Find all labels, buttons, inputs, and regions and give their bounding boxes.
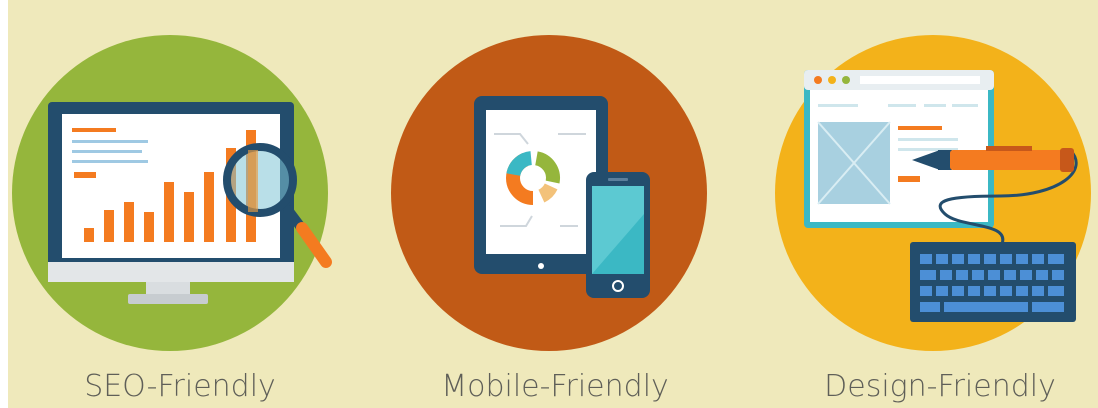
monitor-chart-magnifier-icon (48, 102, 332, 304)
mobile-friendly-label: Mobile-Friendly (441, 369, 669, 404)
mobile-illustration (391, 35, 707, 351)
seo-friendly-label: SEO-Friendly (84, 369, 276, 404)
seo-illustration (12, 35, 332, 351)
feature-illustrations (12, 35, 1091, 351)
feature-banner: SEO-Friendly Mobile-Friendly Design-Frie… (0, 0, 1098, 408)
design-illustration (775, 35, 1091, 351)
design-friendly-label: Design-Friendly (824, 369, 1056, 404)
